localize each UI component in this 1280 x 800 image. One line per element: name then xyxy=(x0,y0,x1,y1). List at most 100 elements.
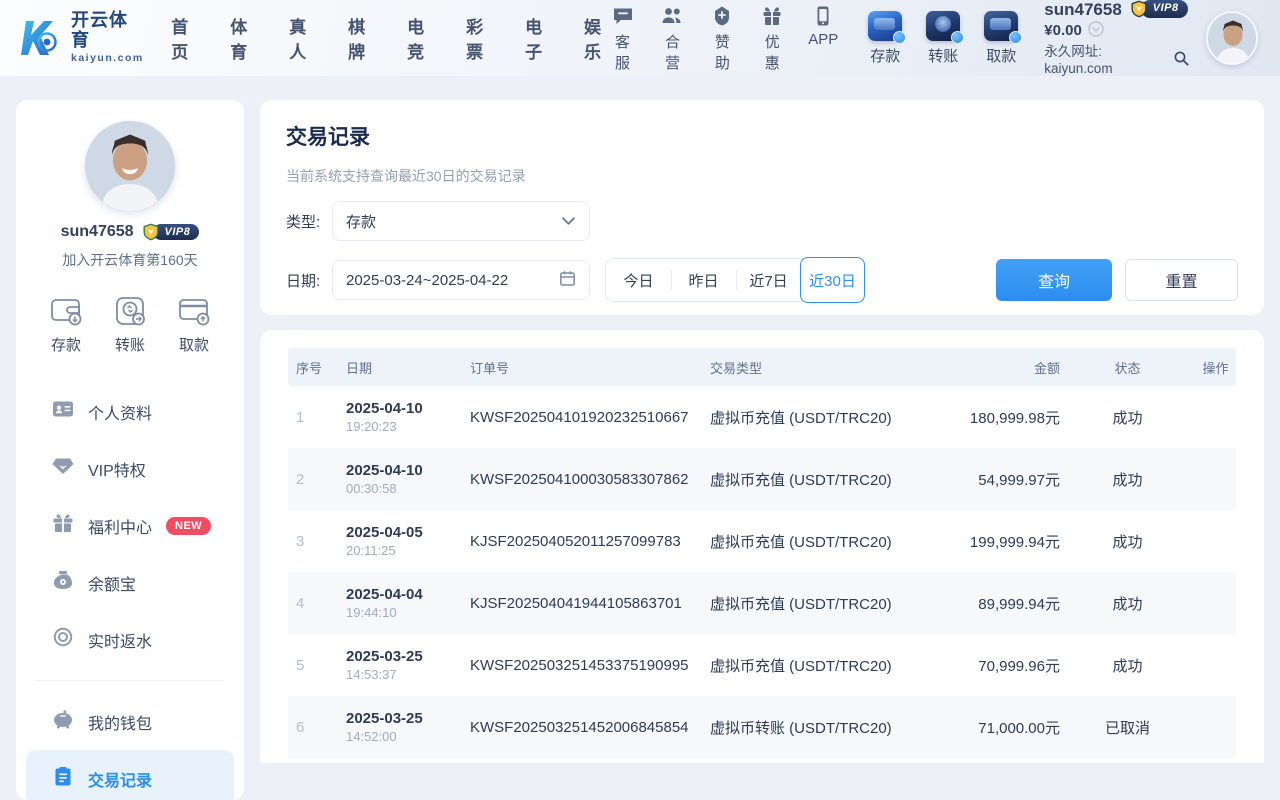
table-row: 5 2025-03-25 14:53:37 KWSF20250325145337… xyxy=(288,634,1236,696)
date-range-input[interactable]: 2025-03-24~2025-04-22 xyxy=(332,260,590,300)
sidebar-deposit-button[interactable]: 存款 xyxy=(48,294,84,355)
row-time: 20:11:25 xyxy=(346,543,458,558)
row-status: 成功 xyxy=(1060,407,1195,428)
row-order-no: KWSF202503251452006845854 xyxy=(458,719,690,736)
nav-item[interactable]: 体育 xyxy=(223,13,255,63)
row-status: 成功 xyxy=(1060,469,1195,490)
col-action: 操作 xyxy=(1195,358,1236,377)
withdraw-icon xyxy=(984,11,1018,41)
nav-item[interactable]: 首页 xyxy=(164,13,196,63)
sidebar-withdraw-button[interactable]: 取款 xyxy=(176,294,212,355)
date-range-button[interactable]: 近7日 xyxy=(736,258,801,302)
row-status: 已取消 xyxy=(1060,717,1195,738)
brand-domain: kaiyun.com xyxy=(71,53,144,65)
sidebar-item-rebate[interactable]: 实时返水 xyxy=(16,611,244,668)
promo-link[interactable]: 优惠 xyxy=(758,4,786,73)
table-row: 2 2025-04-10 00:30:58 KWSF20250410003058… xyxy=(288,448,1236,510)
nav-item[interactable]: 棋牌 xyxy=(341,13,373,63)
main-nav: 首页 体育 真人 棋牌 电竞 彩票 电子 娱乐 xyxy=(164,13,609,63)
nav-item[interactable]: 电子 xyxy=(518,13,550,63)
row-index: 6 xyxy=(288,719,340,736)
sponsor-label: 赞助 xyxy=(708,31,736,73)
app-link[interactable]: APP xyxy=(808,4,838,73)
row-datetime: 2025-04-04 19:44:10 xyxy=(340,586,458,620)
sidebar-item-yuebao[interactable]: 余额宝 xyxy=(16,554,244,611)
date-filter-row: 日期: 2025-03-24~2025-04-22 今日 昨日 近7日 近30日… xyxy=(286,258,1238,302)
nav-item[interactable]: 真人 xyxy=(282,13,314,63)
exchange-outline-icon xyxy=(112,294,148,328)
sidebar-transfer-label: 转账 xyxy=(115,334,145,355)
profile-vip-badge: VIP8 xyxy=(141,224,200,241)
top-navbar: 开云体育 kaiyun.com 首页 体育 真人 棋牌 电竞 彩票 电子 娱乐 … xyxy=(0,0,1280,76)
row-index: 2 xyxy=(288,471,340,488)
col-status: 状态 xyxy=(1060,358,1195,377)
money-bag-icon xyxy=(52,570,74,595)
search-icon[interactable] xyxy=(1173,50,1190,72)
row-datetime: 2025-03-25 14:52:00 xyxy=(340,710,458,744)
support-link[interactable]: 客服 xyxy=(609,4,637,73)
sidebar-item-transactions[interactable]: 交易记录 xyxy=(26,750,234,800)
row-order-no: KWSF202504101920232510667 xyxy=(458,409,690,426)
col-amount: 金额 xyxy=(930,358,1060,377)
table-row: 3 2025-04-05 20:11:25 KJSF20250405201125… xyxy=(288,510,1236,572)
table-header: 序号 日期 订单号 交易类型 金额 状态 操作 xyxy=(288,348,1236,386)
table-row: 1 2025-04-10 19:20:23 KWSF20250410192023… xyxy=(288,386,1236,448)
balance: ¥0.00 xyxy=(1044,22,1082,41)
row-type: 虚拟币充值 (USDT/TRC20) xyxy=(690,531,930,552)
date-range-button[interactable]: 今日 xyxy=(606,258,671,302)
withdraw-link[interactable]: 取款 xyxy=(984,11,1018,66)
sidebar-transfer-button[interactable]: 转账 xyxy=(112,294,148,355)
type-filter-row: 类型: 存款 xyxy=(286,201,1238,241)
people-icon xyxy=(660,4,684,28)
nav-item[interactable]: 电竞 xyxy=(400,13,432,63)
row-date: 2025-03-25 xyxy=(346,710,458,727)
nav-item[interactable]: 娱乐 xyxy=(577,13,609,63)
search-button[interactable]: 查询 xyxy=(996,259,1112,301)
sidebar-deposit-label: 存款 xyxy=(51,334,81,355)
row-date: 2025-04-05 xyxy=(346,524,458,541)
header-wallet-links: 存款 转账 取款 xyxy=(868,11,1018,66)
date-quick-range-group: 今日 昨日 近7日 近30日 xyxy=(605,258,865,302)
type-select[interactable]: 存款 xyxy=(332,201,590,241)
vip-badge: VIP8 xyxy=(1129,1,1188,18)
brand-name: 开云体育 xyxy=(71,11,144,51)
row-status: 成功 xyxy=(1060,593,1195,614)
deposit-link[interactable]: 存款 xyxy=(868,11,902,66)
partnership-link[interactable]: 合营 xyxy=(659,4,687,73)
type-select-value: 存款 xyxy=(346,211,376,232)
sidebar-item-welfare[interactable]: 福利中心 NEW xyxy=(16,497,244,554)
chevron-down-icon xyxy=(561,213,576,230)
shield-badge-icon xyxy=(710,4,734,28)
date-range-button[interactable]: 昨日 xyxy=(671,258,736,302)
nav-item[interactable]: 彩票 xyxy=(459,13,491,63)
reset-button[interactable]: 重置 xyxy=(1125,259,1238,301)
user-info: sun47658 VIP8 ¥0.00 永久网址: kaiyun.com xyxy=(1044,0,1189,78)
row-amount: 70,999.96元 xyxy=(930,655,1060,676)
sidebar-item-welfare-label: 福利中心 xyxy=(88,514,152,538)
row-amount: 180,999.98元 xyxy=(930,407,1060,428)
brand-logo[interactable]: 开云体育 kaiyun.com xyxy=(0,11,144,64)
page-subtitle: 当前系统支持查询最近30日的交易记录 xyxy=(286,166,1238,186)
row-index: 4 xyxy=(288,595,340,612)
row-time: 14:53:37 xyxy=(346,667,458,682)
row-status: 成功 xyxy=(1060,531,1195,552)
new-badge: NEW xyxy=(166,517,211,535)
gift-icon xyxy=(52,513,74,538)
sponsor-link[interactable]: 赞助 xyxy=(708,4,736,73)
header-avatar[interactable] xyxy=(1206,11,1258,65)
vip-shield-icon xyxy=(1129,0,1149,19)
sidebar-item-wallet[interactable]: 我的钱包 xyxy=(16,693,244,750)
app-label: APP xyxy=(808,31,838,48)
type-label: 类型: xyxy=(286,211,332,232)
joined-days: 加入开云体育第160天 xyxy=(62,250,197,270)
support-label: 客服 xyxy=(609,31,637,73)
date-range-button[interactable]: 近30日 xyxy=(800,257,865,303)
row-amount: 54,999.97元 xyxy=(930,469,1060,490)
sidebar-item-vip[interactable]: VIP特权 xyxy=(16,440,244,497)
profile-vip-shield-icon xyxy=(141,222,161,242)
sidebar-item-profile[interactable]: 个人资料 xyxy=(16,383,244,440)
table-row: 6 2025-03-25 14:52:00 KWSF20250325145200… xyxy=(288,696,1236,758)
transfer-link[interactable]: 转账 xyxy=(926,11,960,66)
balance-refresh-icon[interactable] xyxy=(1088,21,1104,43)
row-amount: 71,000.00元 xyxy=(930,717,1060,738)
